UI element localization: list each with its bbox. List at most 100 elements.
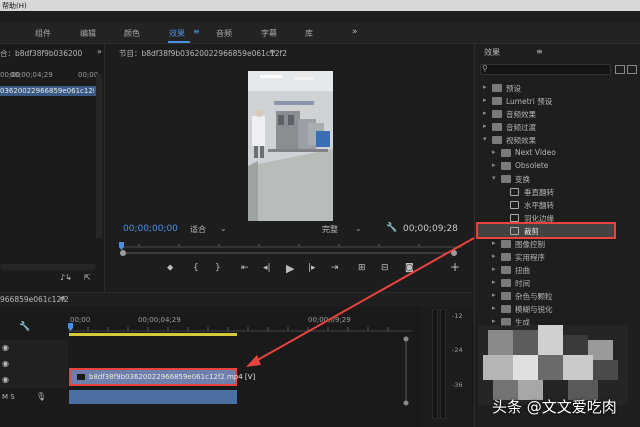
source-vertical-scrollbar[interactable] bbox=[96, 74, 102, 238]
effect-folder[interactable]: ▸ 时间 bbox=[475, 277, 635, 289]
collapsed-chevron-icon[interactable]: ▸ bbox=[492, 291, 496, 299]
export-frame-icon[interactable]: ◙ bbox=[405, 263, 414, 273]
effect-folder[interactable]: ▸ 音频过渡 bbox=[475, 121, 635, 133]
source-horizontal-scrollbar[interactable] bbox=[0, 264, 96, 270]
workspace-tab-titles[interactable]: 字幕 bbox=[261, 28, 277, 39]
timeline-video-clip[interactable]: b8df38f9b03620022966859e061c12f2.mp4 [V] bbox=[69, 368, 255, 386]
settings-wrench-icon[interactable]: 🔧 bbox=[386, 223, 397, 233]
effect-icon bbox=[510, 214, 519, 222]
effect-folder[interactable]: ▸ 杂色与颗粒 bbox=[475, 290, 635, 302]
collapsed-chevron-icon[interactable]: ▸ bbox=[483, 109, 487, 117]
effect-folder[interactable]: ▸ 预设 bbox=[475, 82, 635, 94]
eye-icon[interactable]: ◉ bbox=[2, 343, 9, 352]
add-button-icon[interactable]: + bbox=[450, 260, 460, 274]
clip-fx-icon bbox=[77, 374, 85, 380]
effect-folder[interactable]: ▸ 扭曲 bbox=[475, 264, 635, 276]
audio-track-controls[interactable]: M S bbox=[2, 393, 15, 401]
mark-out-icon[interactable]: } bbox=[215, 263, 221, 273]
search-icon: ⚲ bbox=[482, 64, 488, 73]
workspace-overflow-icon[interactable]: » bbox=[352, 27, 358, 37]
collapsed-chevron-icon[interactable]: ▸ bbox=[492, 278, 496, 286]
workspace-tab-audio[interactable]: 音频 bbox=[216, 28, 232, 39]
collapsed-chevron-icon[interactable]: ▸ bbox=[483, 96, 487, 104]
effects-menu-icon[interactable]: ≡ bbox=[536, 47, 543, 56]
step-forward-icon[interactable]: |▸ bbox=[308, 263, 316, 273]
collapsed-chevron-icon[interactable]: ▸ bbox=[492, 252, 496, 260]
effect-item[interactable]: 羽化边缘 bbox=[475, 212, 635, 224]
db-label: -36 bbox=[452, 381, 463, 389]
timeline-menu-icon[interactable]: ≡ bbox=[59, 294, 66, 303]
go-to-in-icon[interactable]: ⇤ bbox=[241, 263, 249, 273]
audio-meter-right bbox=[440, 309, 446, 419]
workspace-tab-effects[interactable]: 效果 bbox=[169, 28, 185, 39]
audio-meters: -12 -24 -36 bbox=[420, 306, 474, 427]
timeline-settings-wrench-icon[interactable]: 🔧 bbox=[19, 322, 30, 332]
expanded-chevron-icon[interactable]: ▾ bbox=[492, 174, 496, 182]
fit-dropdown[interactable]: 适合 ⌄ bbox=[190, 224, 245, 235]
monitor-time-ruler[interactable] bbox=[119, 242, 462, 256]
folder-icon bbox=[501, 279, 511, 287]
watermark: 头条 @文文爱吃肉 bbox=[492, 398, 617, 416]
source-clip-label: 03620022966859e061c12f2.m bbox=[0, 87, 94, 95]
active-tab-underline bbox=[168, 41, 190, 43]
workspace-tab-editing[interactable]: 编辑 bbox=[80, 28, 96, 39]
effect-folder[interactable]: ▾ 变换 bbox=[475, 173, 635, 185]
workspace-tab-libraries[interactable]: 库 bbox=[305, 28, 313, 39]
play-icon[interactable]: ▶ bbox=[286, 262, 294, 275]
chevron-down-icon: ⌄ bbox=[220, 224, 227, 233]
effect-folder[interactable]: ▸ 模糊与锐化 bbox=[475, 303, 635, 315]
folder-icon bbox=[501, 266, 511, 274]
effect-item[interactable]: 水平翻转 bbox=[475, 199, 635, 211]
microphone-icon[interactable]: 🎙 bbox=[36, 392, 46, 401]
effect-folder[interactable]: ▸ Next Video bbox=[475, 147, 635, 159]
workspace-tab-color[interactable]: 颜色 bbox=[124, 28, 140, 39]
workspace-menu-icon[interactable]: ≡ bbox=[193, 27, 200, 36]
32bit-effects-filter-icon[interactable] bbox=[627, 65, 637, 74]
collapsed-chevron-icon[interactable]: ▸ bbox=[492, 304, 496, 312]
insert-clip-icon[interactable]: ♪↳ bbox=[60, 273, 72, 282]
eye-icon[interactable]: ◉ bbox=[2, 375, 9, 384]
export-icon[interactable]: ⇱ bbox=[84, 273, 91, 282]
lift-icon[interactable]: ⊞ bbox=[358, 263, 366, 273]
resolution-dropdown[interactable]: 完整 ⌄ bbox=[322, 224, 376, 235]
effect-icon bbox=[510, 201, 519, 209]
source-clip[interactable]: 03620022966859e061c12f2.m bbox=[0, 86, 96, 96]
effect-folder[interactable]: ▸ 图像控制 bbox=[475, 238, 635, 250]
timeline-panel: 🔧 00;00 00;00;04;29 00;00;09;29 ◉ ◉ ◉ b8… bbox=[0, 306, 420, 427]
collapsed-chevron-icon[interactable]: ▸ bbox=[492, 239, 496, 247]
effect-folder[interactable]: ▸ Obsolete bbox=[475, 160, 635, 172]
effect-folder[interactable]: ▸ 实用程序 bbox=[475, 251, 635, 263]
timeline-time-ruler[interactable] bbox=[68, 313, 412, 337]
effect-folder[interactable]: ▸ 音频效果 bbox=[475, 108, 635, 120]
collapsed-chevron-icon[interactable]: ▸ bbox=[492, 161, 496, 169]
current-timecode[interactable]: 00;00;00;00 bbox=[123, 224, 178, 234]
go-to-out-icon[interactable]: ⇥ bbox=[331, 263, 339, 273]
eye-icon[interactable]: ◉ bbox=[2, 359, 9, 368]
collapsed-chevron-icon[interactable]: ▸ bbox=[492, 148, 496, 156]
effect-folder[interactable]: ▸ Lumetri 预设 bbox=[475, 95, 635, 107]
effect-folder[interactable]: ▾ 视频效果 bbox=[475, 134, 635, 146]
collapsed-chevron-icon[interactable]: ▸ bbox=[492, 317, 496, 325]
effects-search-input[interactable] bbox=[480, 64, 611, 75]
menu-help[interactable]: 帮助(H) bbox=[2, 1, 27, 11]
timeline-audio-clip[interactable] bbox=[69, 390, 237, 404]
effect-item[interactable]: 裁剪 bbox=[475, 225, 635, 237]
extract-icon[interactable]: ⊟ bbox=[381, 263, 389, 273]
monitor-menu-icon[interactable]: ≡ bbox=[269, 47, 276, 56]
add-marker-icon[interactable]: ⬥ bbox=[167, 263, 173, 273]
expanded-chevron-icon[interactable]: ▾ bbox=[483, 135, 487, 143]
collapsed-chevron-icon[interactable]: ▸ bbox=[483, 83, 487, 91]
effect-item[interactable]: 垂直翻转 bbox=[475, 186, 635, 198]
workspace-tab-assembly[interactable]: 组件 bbox=[35, 28, 51, 39]
track-v2-header: ◉ bbox=[0, 356, 68, 372]
timeline-vertical-scrollbar[interactable] bbox=[403, 336, 409, 406]
collapsed-chevron-icon[interactable]: ▸ bbox=[492, 265, 496, 273]
folder-icon bbox=[501, 149, 511, 157]
accelerated-effects-filter-icon[interactable] bbox=[615, 65, 625, 74]
collapsed-chevron-icon[interactable]: ▸ bbox=[483, 122, 487, 130]
fit-dropdown-value: 适合 bbox=[190, 225, 206, 234]
mark-in-icon[interactable]: { bbox=[193, 263, 199, 273]
step-back-icon[interactable]: ◂| bbox=[263, 263, 271, 273]
panel-overflow-icon[interactable]: » bbox=[97, 47, 102, 56]
folder-icon bbox=[492, 123, 502, 131]
